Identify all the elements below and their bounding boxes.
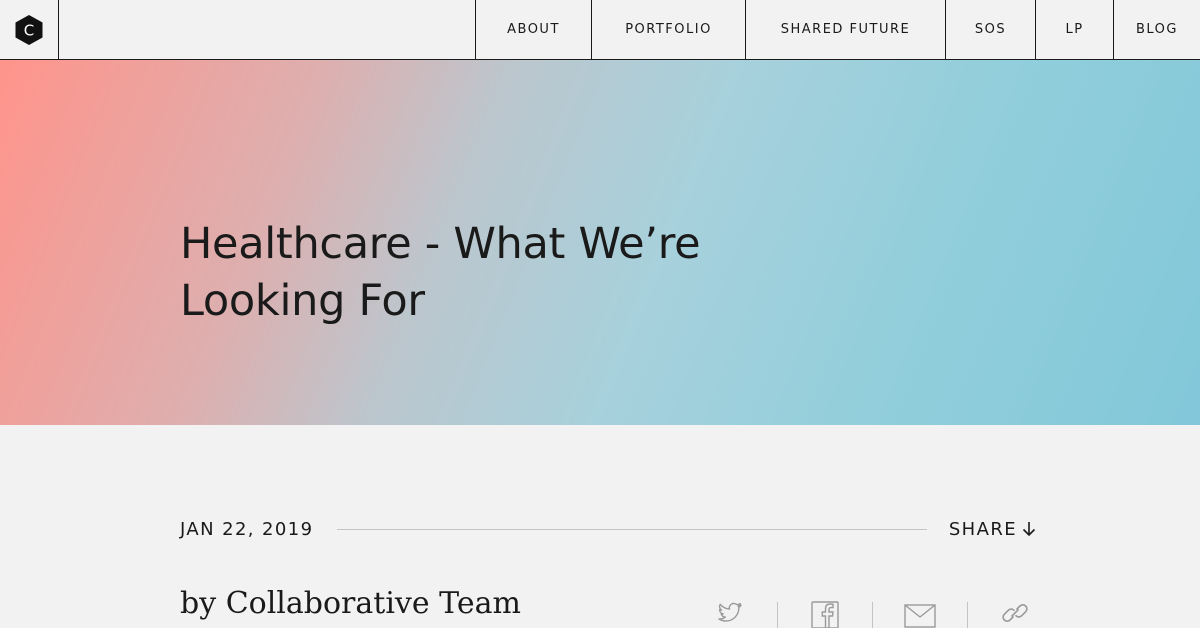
- hexagon-c-logo-icon: C: [15, 14, 43, 45]
- arrow-down-icon: [1022, 522, 1036, 537]
- nav-item-shared-future[interactable]: SHARED FUTURE: [745, 0, 945, 59]
- copy-link-button[interactable]: [995, 598, 1035, 628]
- share-twitter-button[interactable]: [710, 598, 750, 628]
- icon-divider: [967, 602, 968, 628]
- share-button[interactable]: SHARE: [949, 519, 1036, 540]
- facebook-icon: [811, 601, 839, 628]
- post-meta-row: JAN 22, 2019 SHARE: [180, 516, 1036, 542]
- nav-item-sos[interactable]: SOS: [945, 0, 1035, 59]
- nav-item-lp[interactable]: LP: [1035, 0, 1113, 59]
- hero-banner: Healthcare - What We’re Looking For: [0, 60, 1200, 425]
- share-label: SHARE: [948, 518, 1017, 540]
- share-facebook-button[interactable]: [805, 598, 845, 628]
- nav-item-blog[interactable]: BLOG: [1113, 0, 1200, 59]
- post-date: JAN 22, 2019: [180, 518, 314, 540]
- nav-item-portfolio[interactable]: PORTFOLIO: [591, 0, 745, 59]
- logo-link[interactable]: C: [0, 0, 59, 59]
- nav-item-about[interactable]: ABOUT: [475, 0, 591, 59]
- icon-divider: [872, 602, 873, 628]
- page-title: Healthcare - What We’re Looking For: [180, 219, 701, 326]
- mail-icon: [904, 604, 936, 628]
- link-icon: [1002, 604, 1028, 622]
- logo-letter: C: [24, 21, 34, 39]
- icon-divider: [777, 602, 778, 628]
- post-author: by Collaborative Team: [180, 586, 521, 621]
- top-nav: C ABOUT PORTFOLIO SHARED FUTURE SOS LP B…: [0, 0, 1200, 60]
- share-icons-row: [710, 598, 1035, 628]
- divider: [337, 528, 927, 530]
- twitter-icon: [718, 602, 742, 622]
- share-email-button[interactable]: [900, 598, 940, 628]
- main-menu: ABOUT PORTFOLIO SHARED FUTURE SOS LP BLO…: [475, 0, 1200, 59]
